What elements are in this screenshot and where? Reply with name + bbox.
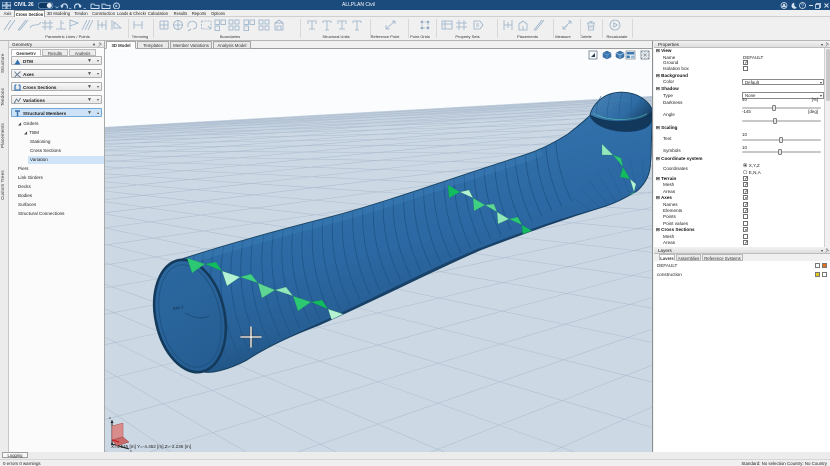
svg-text:?: ?: [801, 3, 804, 9]
svg-text:z: z: [109, 416, 111, 420]
svg-text:X=4.545 [m] Y=-4.452 [m] Z=-2.: X=4.545 [m] Y=-4.452 [m] Z=-2.236 [m]: [111, 444, 191, 449]
